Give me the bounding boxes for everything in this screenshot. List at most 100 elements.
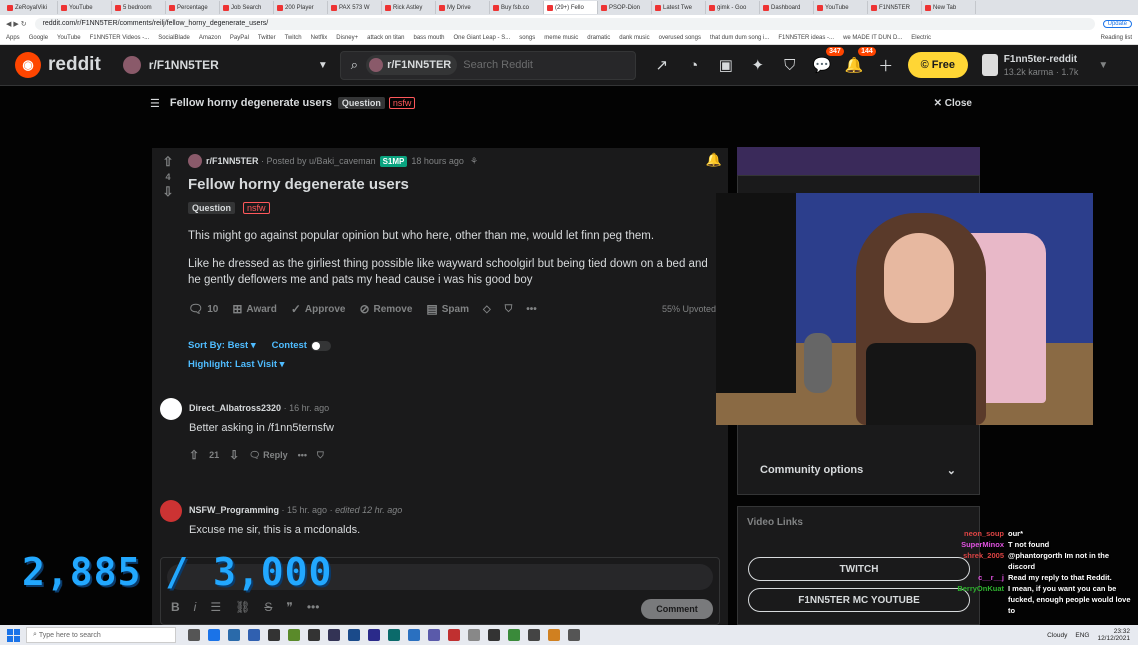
stats-icon[interactable]: ◔ — [684, 55, 704, 75]
mod-shield-icon[interactable]: ⛉ — [780, 55, 800, 75]
taskbar-app-icon[interactable] — [448, 629, 460, 641]
link-icon[interactable]: ⛓ — [235, 600, 250, 614]
browser-tab[interactable]: 200 Player — [274, 1, 328, 14]
bookmark-item[interactable]: Twitter — [258, 35, 276, 41]
tag-icon[interactable]: ◇ — [483, 304, 491, 315]
chat-icon[interactable]: 💬 347 — [812, 47, 844, 75]
browser-tab[interactable]: PAX 573 W — [328, 1, 382, 14]
community-options[interactable]: Community options ⌄ — [738, 450, 980, 490]
more-icon[interactable]: ••• — [298, 450, 307, 460]
subreddit-dropdown[interactable]: r/F1NN5TER ▼ — [122, 49, 328, 81]
browser-tab[interactable]: ZeRoyalViki — [4, 1, 58, 14]
comments-button[interactable]: 🗨 10 — [188, 302, 218, 316]
comment-user[interactable]: Direct_Albatross2320 — [189, 403, 281, 413]
browser-tab[interactable]: Percentage — [166, 1, 220, 14]
browser-tab[interactable]: Buy fsb.co — [490, 1, 544, 14]
browser-tab[interactable]: gimk - Goo — [706, 1, 760, 14]
bookmark-item[interactable]: bass mouth — [413, 35, 444, 41]
contest-toggle[interactable] — [310, 340, 331, 351]
taskbar-app-icon[interactable] — [528, 629, 540, 641]
bookmark-item[interactable]: PayPal — [230, 35, 249, 41]
bookmark-item[interactable]: Apps — [6, 35, 20, 41]
taskbar-app-icon[interactable] — [348, 629, 360, 641]
bookmark-item[interactable]: dramatic — [587, 35, 610, 41]
comment-avatar[interactable] — [160, 500, 182, 522]
italic-icon[interactable]: i — [194, 600, 197, 614]
comment-avatar[interactable] — [160, 398, 182, 420]
more-icon[interactable]: ••• — [526, 304, 537, 315]
browser-tab[interactable]: (29+) Fello — [544, 1, 598, 14]
taskbar-app-icon[interactable] — [268, 629, 280, 641]
forward-icon[interactable]: ▶ — [13, 20, 18, 28]
sort-dropdown[interactable]: Sort By: Best ▾ — [188, 340, 256, 351]
search-scope-chip[interactable]: r/F1NN5TER — [366, 55, 458, 75]
reading-list[interactable]: Reading list — [1101, 35, 1138, 41]
taskbar-app-icon[interactable] — [488, 629, 500, 641]
downvote-icon[interactable]: ⇩ — [229, 448, 239, 462]
taskbar-app-icon[interactable] — [288, 629, 300, 641]
address-bar[interactable]: reddit.com/r/F1NN5TER/comments/reilj/fel… — [34, 17, 1095, 30]
bookmark-item[interactable]: YouTube — [57, 35, 81, 41]
taskbar-app-icon[interactable] — [568, 629, 580, 641]
bookmark-item[interactable]: Amazon — [199, 35, 221, 41]
comment-user[interactable]: NSFW_Programming — [189, 505, 279, 515]
reddit-logo[interactable]: ◉ reddit — [15, 52, 101, 78]
remove-button[interactable]: ⊘ Remove — [359, 302, 412, 316]
post-subreddit[interactable]: r/F1NN5TER — [206, 156, 259, 166]
bookmark-item[interactable]: Google — [29, 35, 48, 41]
bell-icon[interactable]: 🔔 — [706, 152, 722, 168]
browser-tab[interactable]: 5 bedroom — [112, 1, 166, 14]
bookmark-item[interactable]: One Giant Leap - S... — [454, 35, 511, 41]
taskbar-app-icon[interactable] — [228, 629, 240, 641]
taskbar-app-icon[interactable] — [468, 629, 480, 641]
taskbar-app-icon[interactable] — [368, 629, 380, 641]
taskbar-app-icon[interactable] — [548, 629, 560, 641]
browser-tab[interactable]: PSOP-Dion — [598, 1, 652, 14]
browser-tab[interactable]: F1NN5TER — [868, 1, 922, 14]
popular-icon[interactable]: ↗ — [652, 55, 672, 75]
bookmark-item[interactable]: attack on titan — [367, 35, 404, 41]
create-post-icon[interactable]: ＋ — [876, 55, 896, 75]
bookmark-item[interactable]: F1NN5TER ideas -... — [778, 35, 834, 41]
downvote-icon[interactable]: ⇩ — [160, 184, 176, 200]
update-button[interactable]: Update — [1102, 19, 1132, 28]
browser-tab[interactable]: Dashboard — [760, 1, 814, 14]
bookmark-item[interactable]: overused songs — [659, 35, 701, 41]
bookmark-item[interactable]: Twitch — [285, 35, 302, 41]
browser-tab[interactable]: Job Search — [220, 1, 274, 14]
browser-tab[interactable]: My Drive — [436, 1, 490, 14]
bookmark-item[interactable]: songs — [519, 35, 535, 41]
taskbar-app-icon[interactable] — [248, 629, 260, 641]
browser-tab[interactable]: New Tab — [922, 1, 976, 14]
bookmark-item[interactable]: that dum dum song i... — [710, 35, 769, 41]
bookmark-item[interactable]: SocialBlade — [158, 35, 190, 41]
bookmark-item[interactable]: Netflix — [311, 35, 328, 41]
reload-icon[interactable]: ↻ — [21, 20, 27, 28]
more-icon[interactable]: ••• — [307, 600, 320, 614]
bookmark-item[interactable]: dank music — [619, 35, 649, 41]
coins-icon[interactable]: ✦ — [748, 55, 768, 75]
taskbar-app-icon[interactable] — [408, 629, 420, 641]
upvote-icon[interactable]: ⇧ — [189, 448, 199, 462]
free-premium-button[interactable]: © Free — [907, 52, 968, 78]
bookmark-item[interactable]: F1NN5TER Videos -... — [90, 35, 150, 41]
shield-icon[interactable]: ⛉ — [505, 304, 513, 315]
browser-tab[interactable]: YouTube — [58, 1, 112, 14]
approve-button[interactable]: ✓ Approve — [291, 302, 346, 316]
shield-icon[interactable]: ⛉ — [317, 450, 324, 461]
back-icon[interactable]: ◀ — [6, 20, 11, 28]
browser-tab[interactable]: YouTube — [814, 1, 868, 14]
close-button[interactable]: ✕ Close — [934, 98, 972, 109]
reply-button[interactable]: 🗨 Reply — [249, 450, 287, 461]
taskbar-app-icon[interactable] — [208, 629, 220, 641]
bold-icon[interactable]: B — [171, 600, 180, 614]
taskbar-app-icon[interactable] — [508, 629, 520, 641]
taskbar-app-icon[interactable] — [388, 629, 400, 641]
list-icon[interactable]: ☰ — [210, 600, 221, 614]
notification-icon[interactable]: 🔔 144 — [844, 47, 876, 75]
bookmark-item[interactable]: meme music — [544, 35, 578, 41]
browser-tab[interactable]: Latest Twe — [652, 1, 706, 14]
browser-tab[interactable]: Rick Astley — [382, 1, 436, 14]
posted-by[interactable]: · Posted by u/Baki_caveman — [261, 156, 376, 166]
award-button[interactable]: ⊞ Award — [232, 302, 276, 316]
